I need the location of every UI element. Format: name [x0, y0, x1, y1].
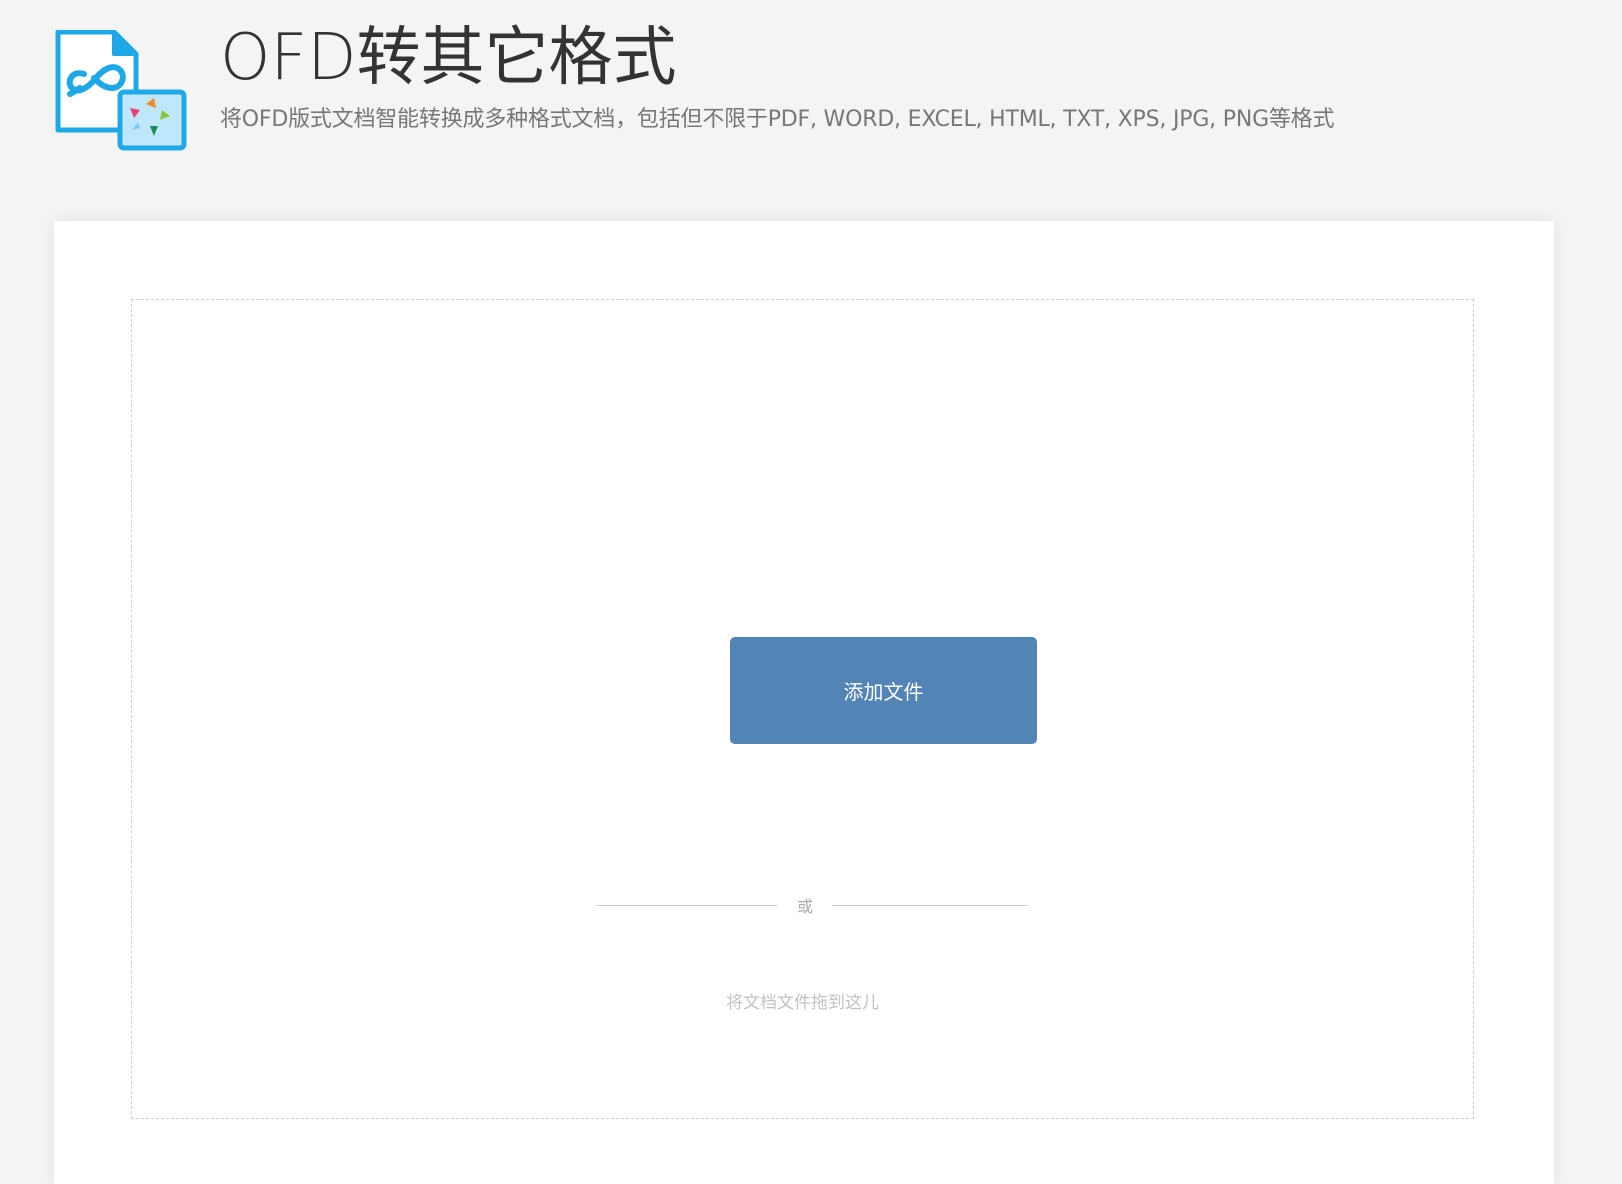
page-header: OFD转其它格式 将OFD版式文档智能转换成多种格式文档，包括但不限于PDF, … [0, 0, 1622, 200]
divider-line-right [832, 905, 1028, 906]
page-title: OFD转其它格式 [220, 21, 677, 95]
or-divider: 或 [132, 891, 1473, 921]
upload-card: 添加文件 或 将文档文件拖到这儿 [54, 221, 1554, 1184]
divider-text: 或 [796, 897, 813, 916]
divider-line-left [596, 905, 777, 906]
page-subtitle: 将OFD版式文档智能转换成多种格式文档，包括但不限于PDF, WORD, EXC… [220, 107, 1335, 132]
file-drop-zone[interactable]: 添加文件 或 将文档文件拖到这儿 [131, 299, 1474, 1119]
ofd-convert-logo-icon [55, 30, 187, 151]
drop-hint-text: 将文档文件拖到这儿 [726, 993, 879, 1013]
add-file-button[interactable]: 添加文件 [730, 637, 1037, 744]
